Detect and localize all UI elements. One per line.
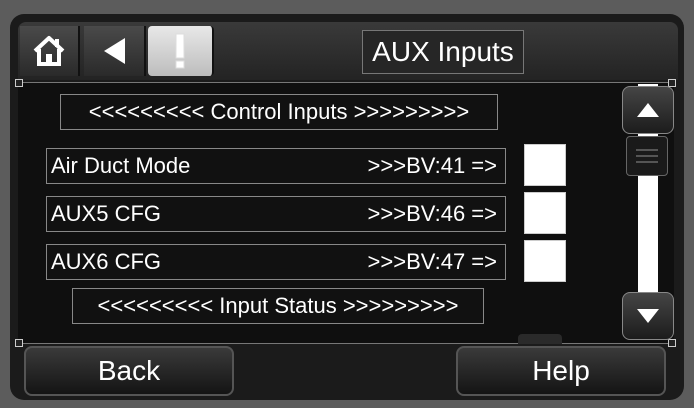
row-value: >>>BV:47 => bbox=[367, 249, 497, 274]
alert-button[interactable] bbox=[148, 26, 214, 76]
list-item[interactable]: AUX5 CFG >>>BV:46 => bbox=[46, 196, 506, 232]
alert-exclamation-icon bbox=[175, 33, 185, 69]
grip-line bbox=[636, 155, 658, 157]
input-status-header: <<<<<<<<< Input Status >>>>>>>>> bbox=[72, 288, 484, 324]
aux6-cfg-checkbox[interactable] bbox=[524, 240, 566, 282]
row-label: AUX6 CFG bbox=[51, 249, 162, 274]
air-duct-mode-checkbox[interactable] bbox=[524, 144, 566, 186]
row-value: >>>BV:46 => bbox=[367, 201, 497, 226]
help-button[interactable]: Help bbox=[456, 346, 666, 396]
row-label: Air Duct Mode bbox=[51, 153, 191, 178]
row-label: AUX5 CFG bbox=[51, 201, 162, 226]
aux5-cfg-checkbox[interactable] bbox=[524, 192, 566, 234]
tab-stub bbox=[518, 334, 562, 344]
chevron-up-icon bbox=[637, 103, 659, 117]
back-arrow-icon bbox=[104, 38, 125, 64]
grip-line bbox=[636, 161, 658, 163]
chevron-down-icon bbox=[637, 309, 659, 323]
scroll-up-button[interactable] bbox=[622, 86, 674, 134]
corner-marker bbox=[15, 79, 23, 87]
list-item[interactable]: AUX6 CFG >>>BV:47 => bbox=[46, 244, 506, 280]
back-arrow-button[interactable] bbox=[84, 26, 146, 76]
page-title: AUX Inputs bbox=[362, 30, 524, 74]
scrollbar-thumb[interactable] bbox=[626, 136, 668, 176]
scroll-down-button[interactable] bbox=[622, 292, 674, 340]
corner-marker bbox=[15, 339, 23, 347]
control-inputs-header: <<<<<<<<< Control Inputs >>>>>>>>> bbox=[60, 94, 498, 130]
list-item[interactable]: Air Duct Mode >>>BV:41 => bbox=[46, 148, 506, 184]
home-icon bbox=[33, 36, 65, 66]
row-value: >>>BV:41 => bbox=[367, 153, 497, 178]
back-button[interactable]: Back bbox=[24, 346, 234, 396]
device-screen: AUX Inputs <<<<<<<<< Control Inputs >>>>… bbox=[0, 0, 694, 408]
home-button[interactable] bbox=[20, 26, 80, 76]
grip-line bbox=[636, 149, 658, 151]
corner-marker bbox=[668, 339, 676, 347]
